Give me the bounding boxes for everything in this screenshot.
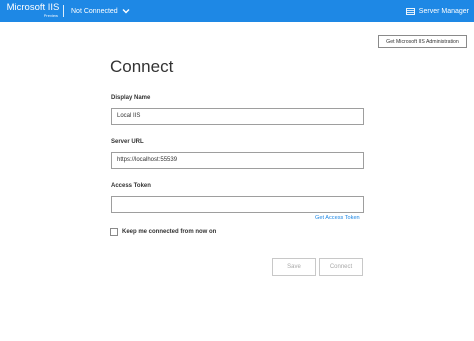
brand[interactable]: Microsoft IIS Preview bbox=[6, 2, 60, 18]
server-url-label: Server URL bbox=[111, 139, 144, 145]
server-manager-label: Server Manager bbox=[418, 7, 469, 15]
chevron-down-icon bbox=[122, 7, 130, 15]
server-manager-button[interactable]: Server Manager bbox=[405, 0, 469, 22]
display-name-label: Display Name bbox=[111, 95, 151, 101]
get-access-token-link[interactable]: Get Access Token bbox=[315, 215, 360, 221]
get-iis-administration-button[interactable]: Get Microsoft IIS Administration bbox=[378, 35, 467, 48]
connection-dropdown[interactable]: Not Connected bbox=[71, 0, 130, 22]
topbar-divider bbox=[63, 5, 64, 17]
access-token-label: Access Token bbox=[111, 183, 151, 189]
access-token-field[interactable] bbox=[111, 196, 364, 213]
keep-connected-checkbox[interactable] bbox=[110, 228, 118, 236]
top-bar: Microsoft IIS Preview Not Connected Serv… bbox=[0, 0, 474, 22]
page-title: Connect bbox=[110, 57, 174, 76]
keep-connected-label: Keep me connected from now on bbox=[122, 229, 217, 235]
save-button[interactable]: Save bbox=[272, 258, 316, 276]
connect-button[interactable]: Connect bbox=[319, 258, 363, 276]
app-subtitle: Preview bbox=[43, 13, 58, 18]
app-title: Microsoft IIS bbox=[6, 2, 60, 13]
server-url-field[interactable]: https://localhost:55539 bbox=[111, 152, 364, 169]
server-manager-icon bbox=[405, 7, 415, 15]
display-name-field[interactable]: Local IIS bbox=[111, 108, 364, 125]
connection-status-label: Not Connected bbox=[71, 7, 118, 15]
